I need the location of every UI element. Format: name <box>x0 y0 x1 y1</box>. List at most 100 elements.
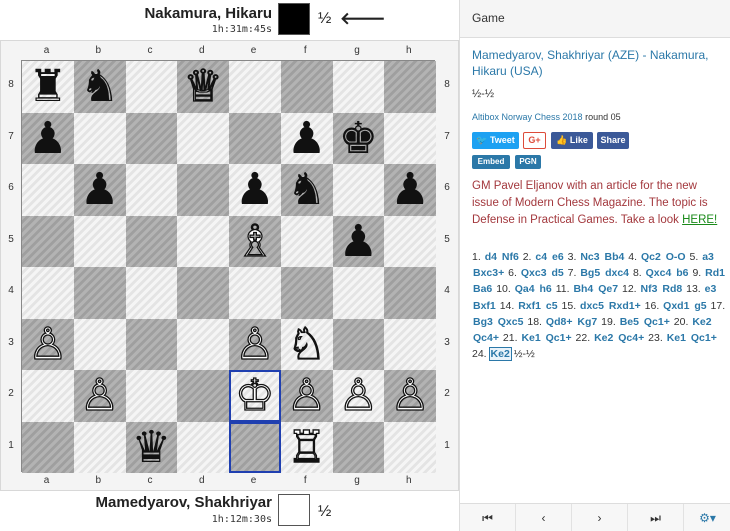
move-link[interactable]: Rxd1+ <box>608 300 642 312</box>
square-g4[interactable] <box>332 267 385 319</box>
settings-gear-icon[interactable]: ⚙▾ <box>684 504 730 531</box>
pgn-button[interactable]: PGN <box>515 155 541 169</box>
black-knight-icon[interactable]: ♞ <box>74 61 126 113</box>
move-link[interactable]: Qc4+ <box>472 332 500 344</box>
embed-button[interactable]: Embed <box>472 155 510 169</box>
square-d3[interactable] <box>177 318 229 370</box>
square-h8[interactable] <box>384 61 436 113</box>
white-pawn-icon[interactable]: ♙ <box>229 318 281 371</box>
square-h3[interactable] <box>384 318 436 370</box>
square-g3[interactable] <box>332 318 385 370</box>
move-link[interactable]: Nf6 <box>501 251 520 263</box>
square-e8[interactable] <box>229 61 281 113</box>
move-link[interactable]: Qc4+ <box>617 332 645 344</box>
move-link[interactable]: Kg7 <box>576 316 598 328</box>
white-bishop-icon[interactable]: ♗ <box>229 215 281 268</box>
move-link[interactable]: Ba6 <box>472 283 493 295</box>
square-h1[interactable] <box>384 421 436 473</box>
square-e7[interactable] <box>229 112 281 164</box>
square-c8[interactable] <box>125 61 178 113</box>
black-pawn-icon[interactable]: ♟ <box>229 164 281 216</box>
square-b4[interactable] <box>73 267 126 319</box>
move-link[interactable]: Qxd1 <box>662 300 690 312</box>
black-pawn-icon[interactable]: ♟ <box>22 113 74 165</box>
move-link[interactable]: Be5 <box>619 316 640 328</box>
square-g6[interactable] <box>332 164 385 216</box>
move-link[interactable]: e6 <box>551 251 565 263</box>
move-link[interactable]: Ke1 <box>520 332 541 344</box>
move-link[interactable]: e3 <box>704 283 718 295</box>
move-link[interactable]: dxc4 <box>604 267 630 279</box>
move-link[interactable]: Qc1+ <box>545 332 573 344</box>
square-f5[interactable] <box>280 215 333 267</box>
square-b3[interactable] <box>73 318 126 370</box>
first-move-button[interactable]: ⏮ <box>460 504 516 531</box>
move-link[interactable]: Qa4 <box>514 283 536 295</box>
move-link[interactable]: Qc2 <box>640 251 662 263</box>
black-queen-icon[interactable]: ♛ <box>126 422 178 474</box>
move-link[interactable]: Bg3 <box>472 316 494 328</box>
square-c4[interactable] <box>125 267 178 319</box>
black-pawn-icon[interactable]: ♟ <box>74 164 126 216</box>
square-d2[interactable] <box>177 370 229 422</box>
white-pawn-icon[interactable]: ♙ <box>74 370 126 422</box>
facebook-share-button[interactable]: Share <box>597 132 629 149</box>
promo-link[interactable]: HERE! <box>682 214 717 226</box>
move-link[interactable]: d5 <box>550 267 564 279</box>
black-king-icon[interactable]: ♚ <box>333 113 385 165</box>
square-d1[interactable] <box>177 421 229 473</box>
move-link[interactable]: Ke1 <box>666 332 687 344</box>
white-queen-icon[interactable]: ♕ <box>177 61 229 113</box>
move-link[interactable]: g5 <box>693 300 707 312</box>
move-link[interactable]: Bb4 <box>604 251 626 263</box>
move-link[interactable]: Qc1+ <box>643 316 671 328</box>
black-knight-icon[interactable]: ♞ <box>281 164 333 216</box>
square-f4[interactable] <box>280 267 333 319</box>
black-pawn-icon[interactable]: ♟ <box>384 164 436 216</box>
black-pawn-icon[interactable]: ♟ <box>281 113 333 165</box>
move-link[interactable]: O-O <box>665 251 687 263</box>
move-link[interactable]: Qxc5 <box>497 316 525 328</box>
square-a1[interactable] <box>22 421 74 473</box>
square-a5[interactable] <box>22 215 74 267</box>
last-move-button[interactable]: ⏭ <box>628 504 684 531</box>
white-pawn-icon[interactable]: ♙ <box>384 370 436 422</box>
square-d5[interactable] <box>177 215 229 267</box>
black-rook-icon[interactable]: ♜ <box>22 61 74 113</box>
move-link[interactable]: Bh4 <box>572 283 594 295</box>
move-link[interactable]: d4 <box>484 251 498 263</box>
move-link[interactable]: Nf3 <box>640 283 659 295</box>
move-link[interactable]: Rxf1 <box>517 300 542 312</box>
square-c3[interactable] <box>125 318 178 370</box>
white-pawn-icon[interactable]: ♙ <box>22 318 74 371</box>
square-a2[interactable] <box>22 370 74 422</box>
move-link[interactable]: b6 <box>675 267 689 279</box>
square-c2[interactable] <box>125 370 178 422</box>
move-link[interactable]: Bg5 <box>579 267 601 279</box>
previous-move-button[interactable]: ‹ <box>516 504 572 531</box>
move-link[interactable]: h6 <box>539 283 553 295</box>
white-pawn-icon[interactable]: ♙ <box>281 370 333 422</box>
square-c6[interactable] <box>125 164 178 216</box>
move-link[interactable]: Rd8 <box>661 283 683 295</box>
square-h5[interactable] <box>384 215 436 267</box>
white-king-icon[interactable]: ♔ <box>229 370 281 422</box>
square-f8[interactable] <box>280 61 333 113</box>
facebook-like-button[interactable]: 👍 Like <box>551 132 593 149</box>
google-plus-button[interactable]: G+ <box>523 132 546 149</box>
square-h7[interactable] <box>384 112 436 164</box>
square-a6[interactable] <box>22 164 74 216</box>
white-pawn-icon[interactable]: ♙ <box>333 370 385 422</box>
game-title-link[interactable]: Mamedyarov, Shakhriyar (AZE) - Nakamura,… <box>472 47 722 79</box>
move-link[interactable]: Qxc4 <box>645 267 673 279</box>
square-c7[interactable] <box>125 112 178 164</box>
chess-board[interactable]: ♜ ♞ ♕ ♟ ♟ ♚ ♟ ♟ ♞ ♟ ♗ ♟ ♙ ♙ ♘ ♙ ♔ ♙ ♙ ♙ ♛ ♖ <box>21 60 436 474</box>
move-link[interactable]: dxc5 <box>579 300 605 312</box>
square-h4[interactable] <box>384 267 436 319</box>
square-b7[interactable] <box>73 112 126 164</box>
move-link[interactable]: Bxf1 <box>472 300 497 312</box>
move-link[interactable]: Qxc3 <box>520 267 548 279</box>
square-d7[interactable] <box>177 112 229 164</box>
square-d4[interactable] <box>177 267 229 319</box>
square-d6[interactable] <box>177 164 229 216</box>
